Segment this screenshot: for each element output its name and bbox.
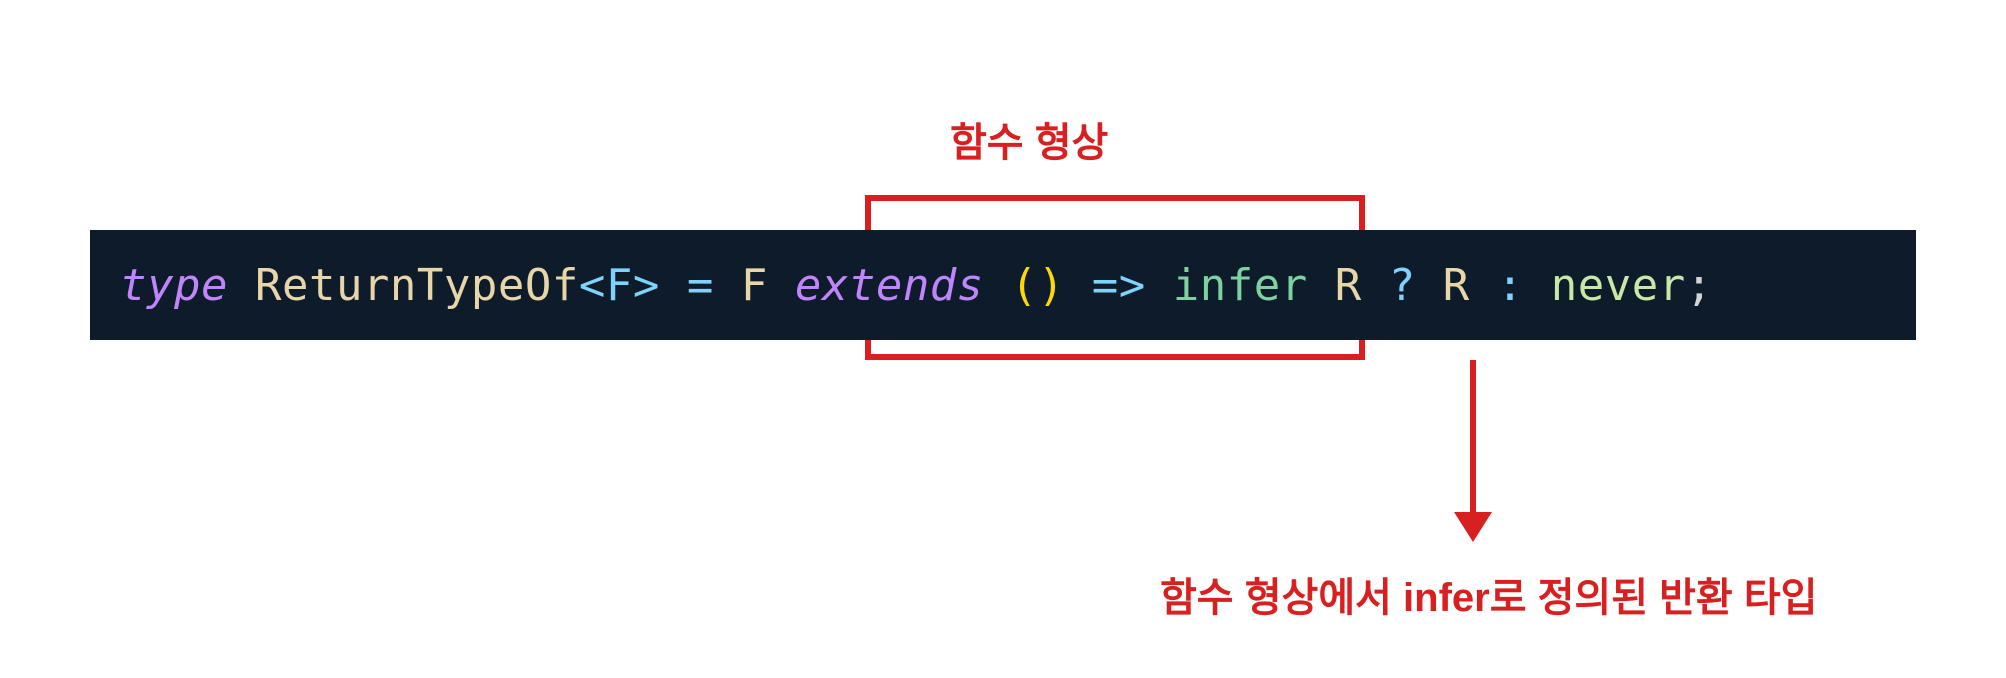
semicolon: ; <box>1686 260 1713 311</box>
code-block: type ReturnTypeOf < F > = F extends ( ) … <box>90 230 1916 340</box>
keyword-type: type <box>120 260 228 311</box>
type-name: ReturnTypeOf <box>255 260 579 311</box>
colon: : <box>1497 260 1524 311</box>
arrow-line <box>1470 360 1476 520</box>
arrow-operator: => <box>1092 260 1146 311</box>
var-f: F <box>741 260 768 311</box>
generic-param: F <box>606 260 633 311</box>
question-mark: ? <box>1389 260 1416 311</box>
var-r2: R <box>1443 260 1470 311</box>
arrow-head-icon <box>1454 512 1492 542</box>
annotation-return-type: 함수 형상에서 infer로 정의된 반환 타입 <box>1160 565 1817 623</box>
paren-open: ( <box>1011 260 1038 311</box>
infer-keyword: infer <box>1173 260 1308 311</box>
annotation-function-shape: 함수 형상 <box>950 110 1108 168</box>
angle-open: < <box>579 260 606 311</box>
equals-sign: = <box>687 260 714 311</box>
angle-close: > <box>633 260 660 311</box>
never-keyword: never <box>1551 260 1686 311</box>
paren-close: ) <box>1038 260 1065 311</box>
var-r: R <box>1335 260 1362 311</box>
extends-keyword: extends <box>795 260 984 311</box>
